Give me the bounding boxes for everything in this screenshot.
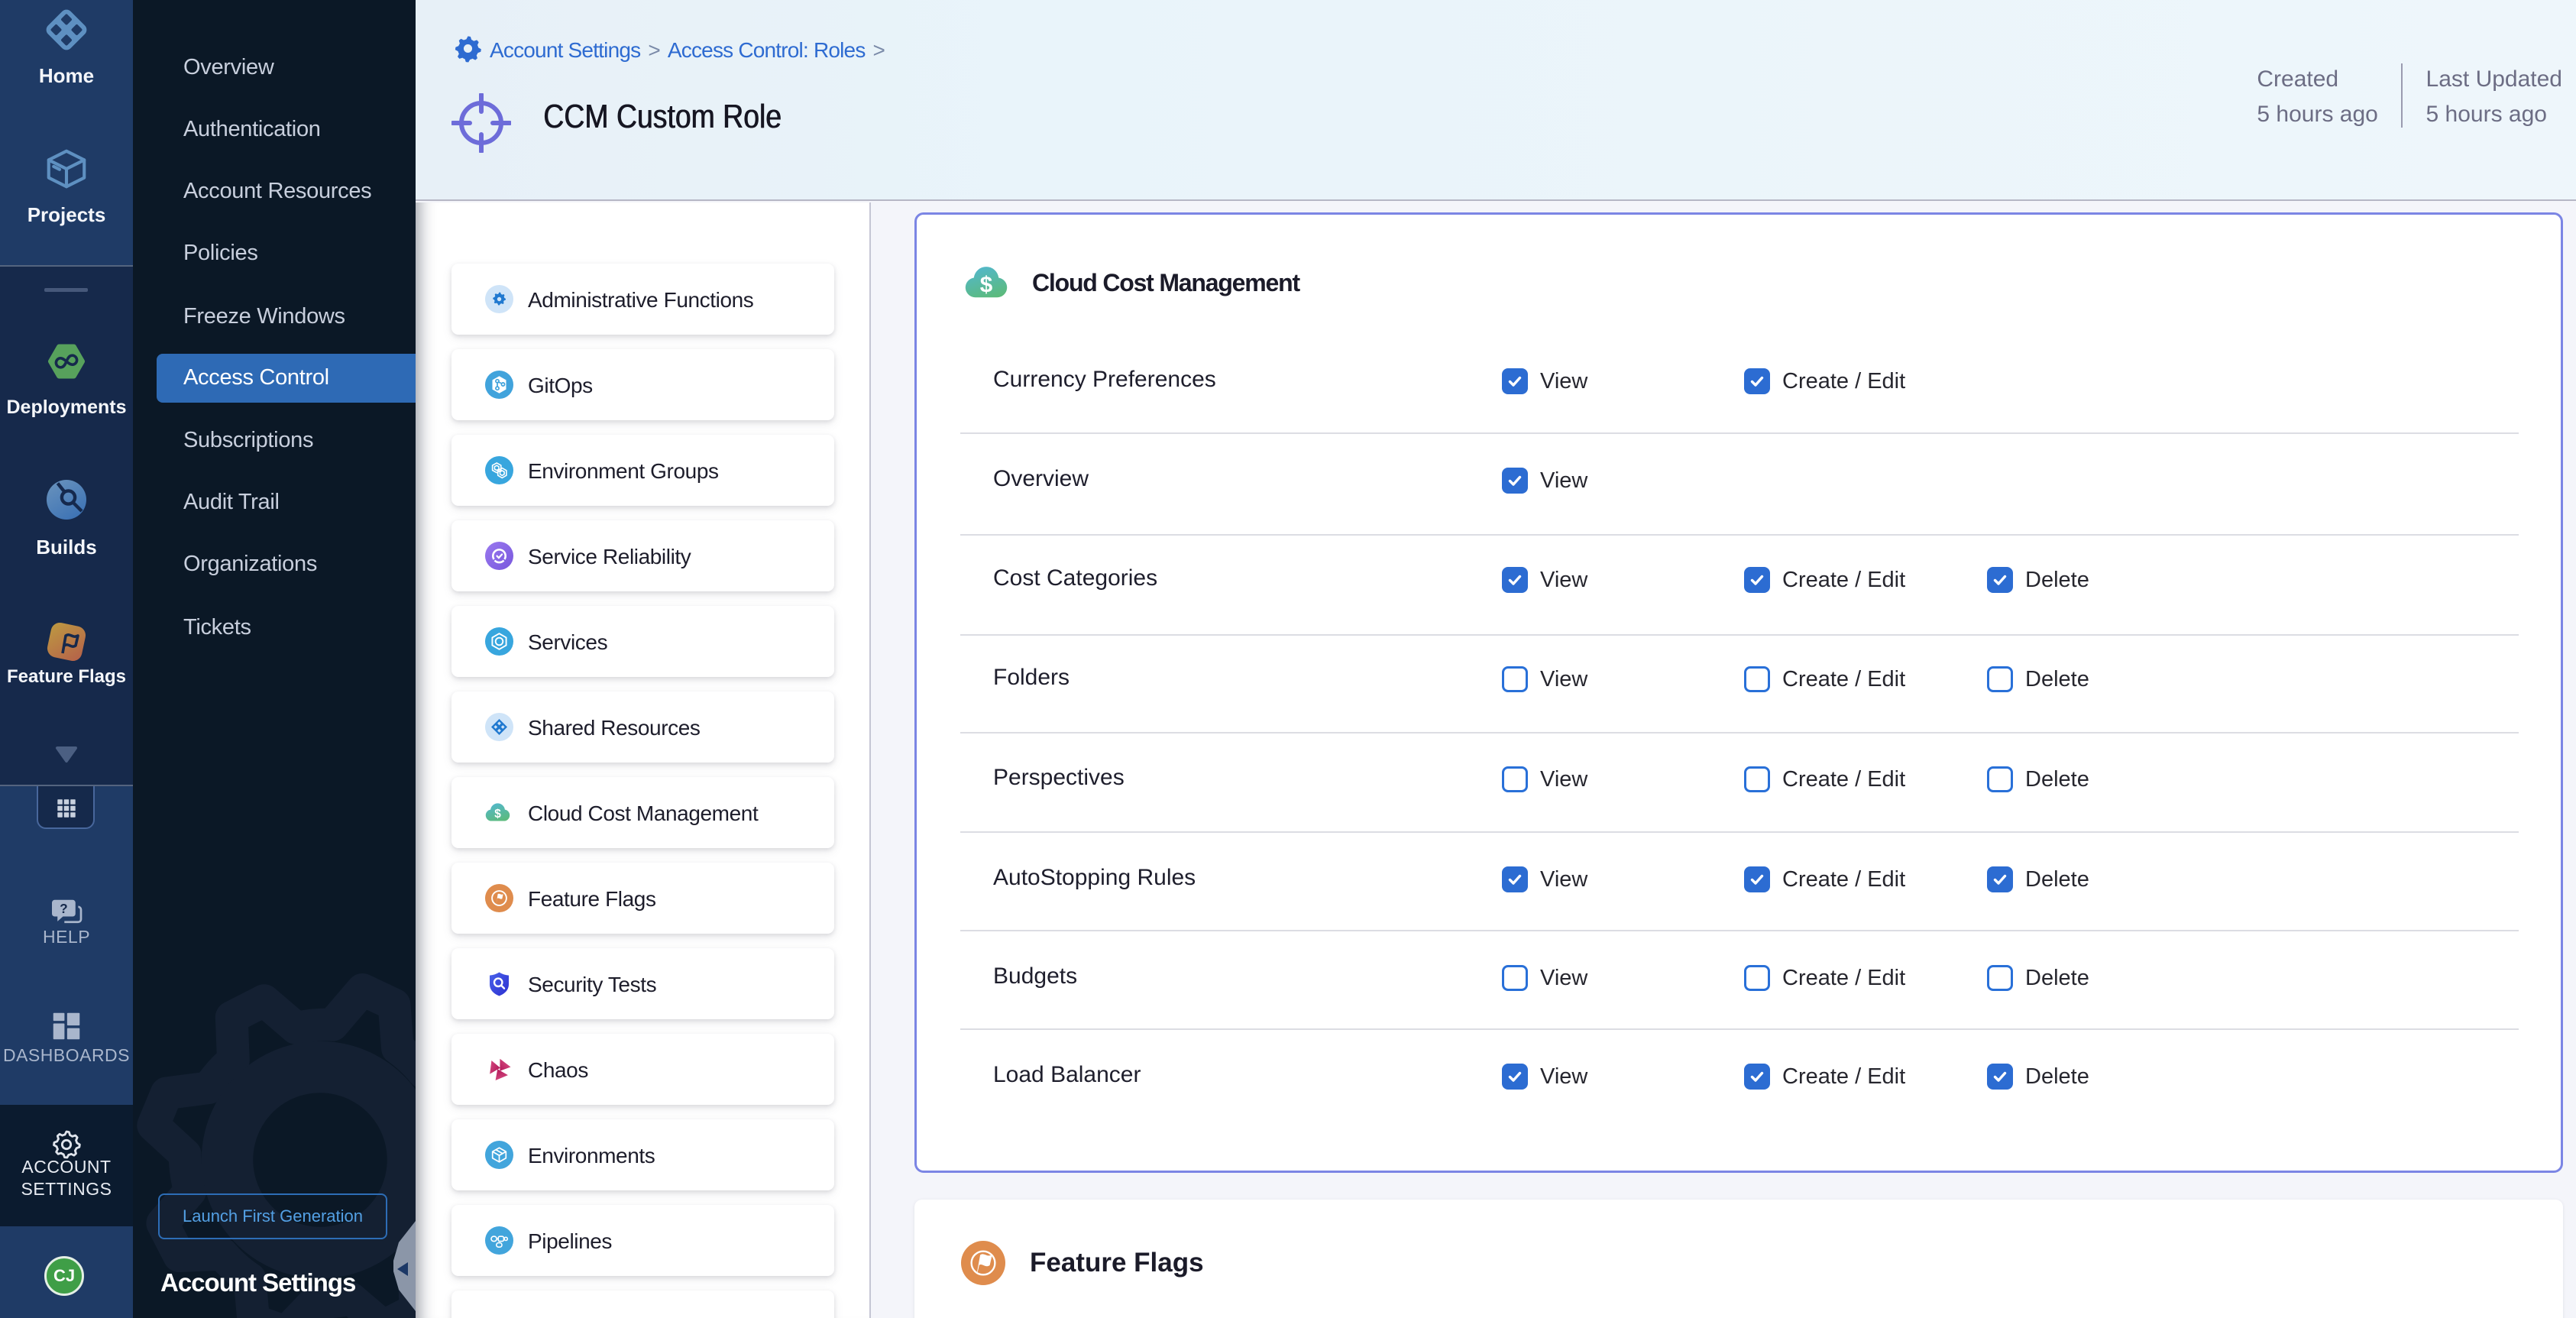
svg-text:$: $ [980, 272, 993, 297]
svg-text:$: $ [494, 808, 501, 821]
svg-text:?: ? [60, 901, 68, 916]
